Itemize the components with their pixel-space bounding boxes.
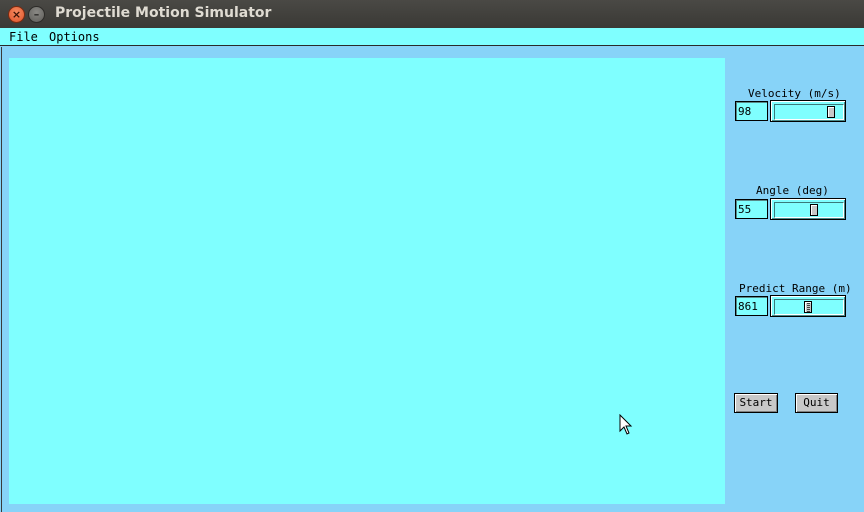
angle-slider[interactable] — [770, 198, 846, 220]
title-bar: × – Projectile Motion Simulator — [0, 0, 864, 28]
velocity-slider[interactable] — [770, 100, 846, 122]
range-label: Predict Range (m) — [739, 282, 852, 295]
minimize-window-button[interactable]: – — [28, 6, 45, 23]
start-button[interactable]: Start — [734, 393, 778, 413]
velocity-slider-trough[interactable] — [774, 104, 844, 120]
simulation-canvas[interactable] — [9, 58, 725, 504]
quit-button[interactable]: Quit — [795, 393, 838, 413]
window-title: Projectile Motion Simulator — [55, 5, 272, 21]
menu-options[interactable]: Options — [49, 30, 100, 44]
close-window-button[interactable]: × — [8, 6, 25, 23]
range-entry[interactable]: 861 — [735, 296, 768, 316]
range-slider[interactable] — [770, 295, 846, 317]
range-slider-trough[interactable] — [774, 299, 844, 315]
velocity-entry[interactable]: 98 — [735, 101, 768, 121]
menu-file[interactable]: File — [9, 30, 38, 44]
menu-bar: File Options — [0, 28, 864, 46]
velocity-slider-thumb[interactable] — [827, 106, 835, 118]
minimize-icon: – — [33, 8, 40, 21]
angle-label: Angle (deg) — [756, 184, 829, 197]
angle-slider-thumb[interactable] — [810, 204, 818, 216]
close-icon: × — [11, 8, 22, 21]
velocity-label: Velocity (m/s) — [748, 87, 841, 100]
mouse-pointer-icon — [619, 414, 633, 435]
angle-slider-trough[interactable] — [774, 202, 844, 218]
range-slider-thumb[interactable] — [804, 301, 812, 313]
angle-entry[interactable]: 55 — [735, 199, 768, 219]
